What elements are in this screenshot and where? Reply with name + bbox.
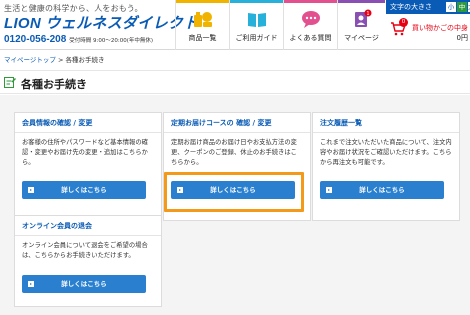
card-withdrawal: オンライン会員の退会 オンライン会員について退会をご希望の場合は、こちらからお手… — [14, 215, 162, 307]
nav-guide[interactable]: ご利用ガイド — [229, 0, 283, 50]
nav-label: 商品一覧 — [188, 34, 217, 42]
button-label: 詳しくはこちら — [61, 280, 107, 288]
brand-logo[interactable]: LION ウェルネスダイレクト — [4, 16, 198, 32]
button-label: 詳しくはこちら — [359, 186, 405, 194]
nav-accent-bar — [338, 0, 385, 3]
nav-label: マイページ — [344, 34, 379, 42]
nav-faq[interactable]: よくある質問 — [283, 0, 337, 50]
breadcrumb: マイページトップ > 各種お手続き — [4, 54, 104, 64]
logo-area[interactable]: 生活と健康の科学から、人をおもう。 LION ウェルネスダイレクト 0120-0… — [4, 3, 198, 45]
tagline: 生活と健康の科学から、人をおもう。 — [4, 4, 143, 13]
faq-chat-icon — [302, 11, 320, 28]
phone-number: 0120-056-208 — [4, 34, 67, 45]
card-description: お客様の住所やパスワードなど基本情報の確認・変更やお届け先の変更・追加はこちらか… — [22, 139, 148, 166]
card-title: 会員情報の確認 / 変更 — [15, 113, 161, 133]
arrow-right-icon — [28, 281, 34, 287]
contact-row: 0120-056-208 受付時間 9:00～20:00(年中無休) — [4, 34, 174, 45]
page-title-bar: 各種お手続き — [0, 70, 470, 94]
mypage-icon: 1 — [355, 9, 372, 27]
card-title: オンライン会員の退会 — [15, 216, 161, 236]
font-size-medium-button[interactable]: 中 — [457, 2, 467, 12]
cart-count-badge: 0 — [399, 18, 408, 27]
withdrawal-details-button[interactable]: 詳しくはこちら — [22, 275, 146, 293]
page-title: 各種お手続き — [21, 78, 87, 91]
nav-accent-bar — [230, 0, 283, 3]
arrow-right-icon — [326, 187, 332, 193]
nav-mypage[interactable]: 1 マイページ — [337, 0, 385, 50]
svg-text:1: 1 — [366, 11, 369, 17]
cart-label: 買い物かごの中身 — [412, 24, 468, 32]
site-header: 生活と健康の科学から、人をおもう。 LION ウェルネスダイレクト 0120-0… — [0, 0, 470, 50]
card-description: オンライン会員について退会をご希望の場合は、こちらからお手続きいただけます。 — [22, 242, 148, 259]
highlight-box — [164, 172, 304, 212]
nav-accent-bar — [176, 0, 229, 3]
nav-accent-bar — [284, 0, 337, 3]
breadcrumb-current: 各種お手続き — [65, 56, 105, 64]
font-size-label: 文字の大きさ — [390, 3, 432, 11]
card-description: 定期お届け商品のお届け日やお支払方法の変更、クーポンのご登録、休止のお手続きはこ… — [171, 139, 297, 166]
nav-label: ご利用ガイド — [235, 34, 278, 42]
order-history-details-button[interactable]: 詳しくはこちら — [320, 181, 444, 199]
button-label: 詳しくはこちら — [61, 186, 107, 194]
cart-amount: 0円 — [456, 34, 468, 42]
edit-form-icon — [4, 77, 16, 88]
card-order-history: 注文履歴一覧 これまで注文いただいた商品について、注文内容やお届け状況をご確認い… — [312, 112, 460, 221]
breadcrumb-home-link[interactable]: マイページトップ — [4, 56, 56, 64]
arrow-right-icon — [28, 187, 34, 193]
guide-book-icon — [248, 13, 266, 27]
cart-summary[interactable]: 0 買い物かごの中身 0円 — [386, 14, 470, 50]
card-title: 定期お届けコースの 確認 / 変更 — [164, 113, 310, 133]
nav-products[interactable]: 商品一覧 — [175, 0, 229, 50]
business-hours: 受付時間 9:00～20:00(年中無休) — [69, 38, 154, 44]
nav-label: よくある質問 — [289, 34, 332, 42]
font-size-small-button[interactable]: 小 — [446, 2, 456, 12]
member-info-details-button[interactable]: 詳しくはこちら — [22, 181, 146, 199]
products-icon — [194, 12, 212, 27]
card-description: これまで注文いただいた商品について、注文内容やお届け状況をご確認いただけます。こ… — [320, 139, 452, 166]
card-title: 注文履歴一覧 — [313, 113, 459, 133]
card-member-info: 会員情報の確認 / 変更 お客様の住所やパスワードなど基本情報の確認・変更やお届… — [14, 112, 162, 221]
